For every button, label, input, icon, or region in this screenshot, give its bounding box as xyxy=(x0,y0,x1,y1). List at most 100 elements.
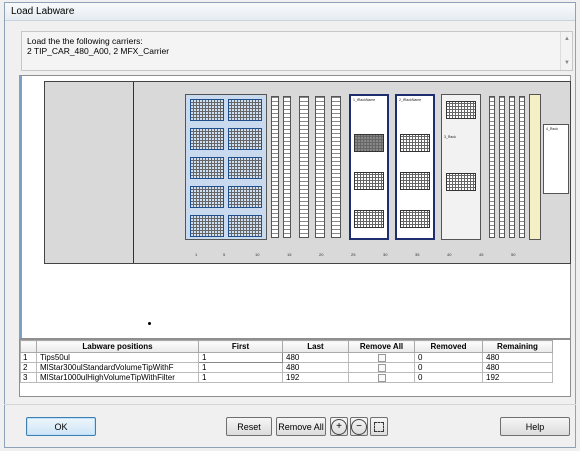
plate[interactable] xyxy=(354,172,384,190)
first-position-field[interactable]: 1 xyxy=(198,352,283,363)
rack-label: 4_Rack xyxy=(546,127,558,131)
tube-strip[interactable] xyxy=(299,96,309,238)
table-row[interactable]: 2 MlStar300ulStandardVolumeTipWithF 1 48… xyxy=(20,362,553,373)
button-bar: OK Reset Remove All + − Help xyxy=(4,404,576,444)
row-index: 3 xyxy=(20,372,37,383)
plate[interactable] xyxy=(354,134,384,152)
table-header-row: Labware positions First Last Remove All … xyxy=(20,340,553,353)
tube-strip[interactable] xyxy=(519,96,525,238)
tip-rack[interactable] xyxy=(228,99,262,121)
remove-all-cell xyxy=(348,362,415,373)
deck-marker xyxy=(148,322,151,325)
zoom-out-icon: − xyxy=(351,418,367,435)
labware-grid[interactable]: Labware positions First Last Remove All … xyxy=(19,339,571,397)
track-tick: 5 xyxy=(223,252,226,257)
remove-all-checkbox[interactable] xyxy=(377,373,386,382)
tip-rack[interactable] xyxy=(190,99,224,121)
tube-strip[interactable] xyxy=(315,96,325,238)
rack-label: 1_tRackName xyxy=(353,98,376,102)
remaining-count: 480 xyxy=(482,352,553,363)
tube-strip[interactable] xyxy=(499,96,505,238)
row-index: 2 xyxy=(20,362,37,373)
track-tick: 20 xyxy=(319,252,324,257)
labware-name: Tips50ul xyxy=(36,352,199,363)
mfx-carrier[interactable]: 3_Rack xyxy=(441,94,481,240)
first-position-field[interactable]: 1 xyxy=(198,362,283,373)
tip-rack[interactable] xyxy=(190,128,224,150)
labware-name: MlStar300ulStandardVolumeTipWithF xyxy=(36,362,199,373)
last-position[interactable]: 480 xyxy=(282,352,349,363)
deck-divider xyxy=(133,82,134,263)
tip-carrier-1[interactable] xyxy=(185,94,267,240)
remove-all-checkbox[interactable] xyxy=(377,363,386,372)
column-header-remaining[interactable]: Remaining xyxy=(482,340,553,353)
track-tick: 50 xyxy=(511,252,516,257)
tip-rack[interactable] xyxy=(228,128,262,150)
plate-carrier-2[interactable]: 2_tRackName xyxy=(395,94,435,240)
ok-button[interactable]: OK xyxy=(26,417,96,436)
load-labware-window: Load Labware Load the the following carr… xyxy=(4,2,576,448)
track-tick: 15 xyxy=(287,252,292,257)
plate[interactable] xyxy=(400,210,430,228)
removed-count: 0 xyxy=(414,352,483,363)
deck-view[interactable]: 1_tRackName 2_tRackName 3_Rack 4_Rack 1 … xyxy=(19,75,571,339)
tip-rack[interactable] xyxy=(228,186,262,208)
remove-all-checkbox[interactable] xyxy=(377,353,386,362)
tube-strip[interactable] xyxy=(283,96,291,238)
track-tick: 30 xyxy=(383,252,388,257)
track-tick: 1 xyxy=(195,252,198,257)
table-row[interactable]: 3 MlStar1000ulHighVolumeTipWithFilter 1 … xyxy=(20,372,553,383)
zoom-in-button[interactable]: + xyxy=(330,417,348,436)
plate[interactable] xyxy=(354,210,384,228)
message-line-1: Load the the following carriers: xyxy=(27,36,143,46)
zoom-in-icon: + xyxy=(331,418,347,435)
scroll-up-icon[interactable]: ▲ xyxy=(564,34,570,44)
reset-button[interactable]: Reset xyxy=(226,417,272,436)
table-row[interactable]: 1 Tips50ul 1 480 0 480 xyxy=(20,352,553,363)
remove-all-cell xyxy=(348,352,415,363)
tube-strip[interactable] xyxy=(509,96,515,238)
column-header-first[interactable]: First xyxy=(198,340,283,353)
column-header-labware[interactable]: Labware positions xyxy=(36,340,199,353)
tip-rack[interactable] xyxy=(190,215,224,237)
last-position[interactable]: 480 xyxy=(282,362,349,373)
plate[interactable] xyxy=(400,134,430,152)
tip-rack[interactable] xyxy=(228,157,262,179)
remove-all-button[interactable]: Remove All xyxy=(276,417,326,436)
row-index: 1 xyxy=(20,352,37,363)
remaining-count: 192 xyxy=(482,372,553,383)
column-header-removed[interactable]: Removed xyxy=(414,340,483,353)
last-position[interactable]: 192 xyxy=(282,372,349,383)
tip-rack[interactable] xyxy=(190,157,224,179)
side-module[interactable]: 4_Rack xyxy=(543,124,569,194)
tip-rack[interactable] xyxy=(190,186,224,208)
zoom-out-button[interactable]: − xyxy=(350,417,368,436)
column-header-index xyxy=(20,340,37,353)
tip-rack[interactable] xyxy=(228,215,262,237)
plate-carrier-1[interactable]: 1_tRackName xyxy=(349,94,389,240)
carrier-message-box: Load the the following carriers: 2 TIP_C… xyxy=(21,31,573,71)
window-title: Load Labware xyxy=(5,3,575,21)
labware-table: Labware positions First Last Remove All … xyxy=(20,340,553,383)
help-button[interactable]: Help xyxy=(500,417,570,436)
tube-strip[interactable] xyxy=(271,96,279,238)
tube-strip[interactable] xyxy=(331,96,341,238)
first-position-field[interactable]: 1 xyxy=(198,372,283,383)
track-tick: 10 xyxy=(255,252,260,257)
tube-strip[interactable] xyxy=(489,96,495,238)
column-header-last[interactable]: Last xyxy=(282,340,349,353)
remove-all-cell xyxy=(348,372,415,383)
fit-view-button[interactable] xyxy=(370,417,388,436)
track-tick: 35 xyxy=(415,252,420,257)
removed-count: 0 xyxy=(414,372,483,383)
plate[interactable] xyxy=(446,101,476,119)
rack-label: 3_Rack xyxy=(444,135,456,139)
removed-count: 0 xyxy=(414,362,483,373)
column-header-remove-all[interactable]: Remove All xyxy=(348,340,415,353)
scroll-down-icon[interactable]: ▼ xyxy=(564,58,570,68)
plate[interactable] xyxy=(446,173,476,191)
waste-carrier[interactable] xyxy=(529,94,541,240)
message-scrollbar[interactable]: ▲ ▼ xyxy=(560,32,572,70)
plate[interactable] xyxy=(400,172,430,190)
track-tick: 25 xyxy=(351,252,356,257)
